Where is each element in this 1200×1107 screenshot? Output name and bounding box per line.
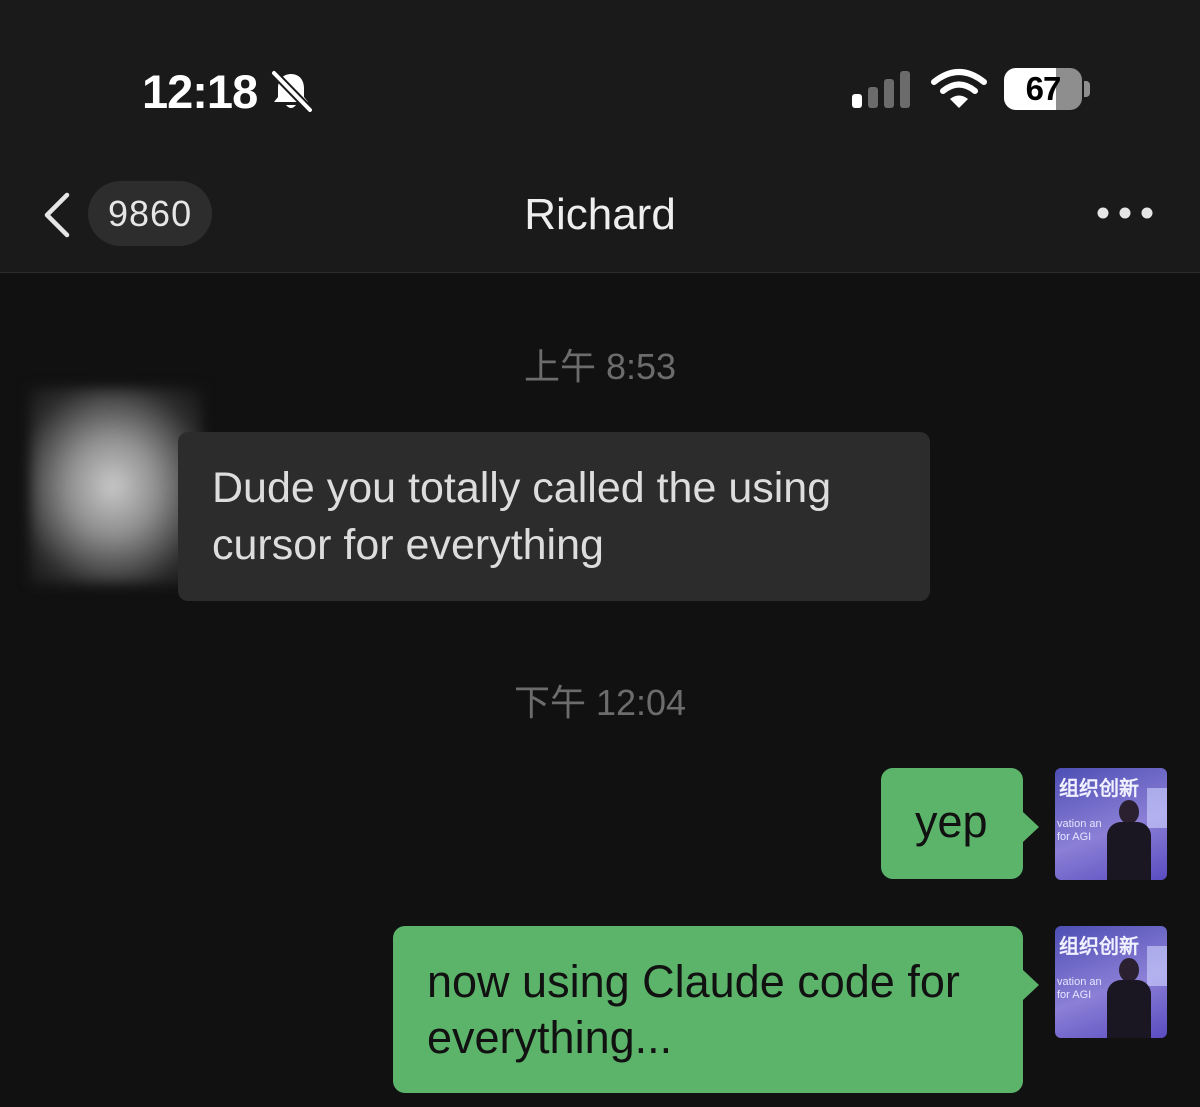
incoming-message-text: Dude you totally called the using cursor… <box>212 464 832 569</box>
cellular-signal-icon <box>852 71 910 108</box>
avatar-person-body <box>1107 822 1151 880</box>
outgoing-message-text: now using Claude code for everything... <box>427 956 960 1063</box>
message-timestamp: 下午 12:04 <box>513 682 687 723</box>
chat-header: 9860 Richard <box>0 150 1200 273</box>
self-avatar[interactable]: 组织创新 vation an for AGI <box>1055 926 1167 1038</box>
chat-title: Richard <box>524 190 676 239</box>
ellipsis-icon[interactable] <box>1096 206 1154 220</box>
avatar-sign-text: 组织创新 <box>1059 778 1139 800</box>
outgoing-message-bubble[interactable]: yep <box>881 768 1039 879</box>
avatar-person-head <box>1119 958 1139 982</box>
outgoing-message-bubble[interactable]: now using Claude code for everything... <box>393 926 1039 1093</box>
message-timestamp: 上午 8:53 <box>523 346 677 387</box>
bell-slash-icon <box>271 70 313 112</box>
avatar-stage-light <box>1147 946 1167 986</box>
avatar-sign-text: 组织创新 <box>1059 936 1139 958</box>
outgoing-message-text: yep <box>915 796 988 847</box>
status-bar: 12:18 67 <box>0 0 1200 150</box>
wifi-icon <box>931 69 987 108</box>
incoming-message-bubble[interactable]: Dude you totally called the using cursor… <box>178 432 930 601</box>
avatar-sub-text: vation an for AGI <box>1057 818 1102 843</box>
avatar-person-head <box>1119 800 1139 824</box>
avatar-person-body <box>1107 980 1151 1038</box>
message-list[interactable]: 上午 8:53 Dude you totally called the usin… <box>0 274 1200 1107</box>
status-time: 12:18 <box>142 65 258 118</box>
contact-avatar[interactable] <box>30 388 202 584</box>
blurred-photo <box>30 388 202 584</box>
self-avatar[interactable]: 组织创新 vation an for AGI <box>1055 768 1167 880</box>
battery-indicator: 67 <box>1004 68 1082 110</box>
chevron-left-icon[interactable] <box>40 192 74 238</box>
avatar-sub-text: vation an for AGI <box>1057 976 1102 1001</box>
battery-tip <box>1084 81 1090 97</box>
unread-count-badge[interactable]: 9860 <box>88 181 213 246</box>
battery-percent: 67 <box>1025 70 1062 107</box>
avatar-stage-light <box>1147 788 1167 828</box>
wechat-chat-screen: 12:18 67 9860 Richard 上午 8:53 Dude you t… <box>0 0 1200 1107</box>
